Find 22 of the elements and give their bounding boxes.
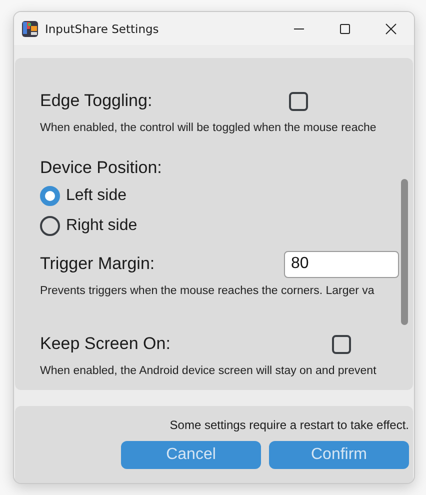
setting-description: Prevents triggers when the mouse reaches the corners. Larger va [40,285,376,299]
maximize-icon [339,22,351,34]
scrollbar[interactable] [401,179,408,325]
window-title: InputShare Settings [45,22,160,36]
setting-description: When enabled, the Android device screen will stay on and prevent [40,365,378,379]
restart-note: Some settings require a restart to take effect. [170,418,409,432]
checkbox[interactable] [332,334,351,354]
radio-label: Left side [66,187,126,205]
radio-label: Right side [66,217,138,235]
cancel-button[interactable]: Cancel [121,441,261,469]
setting-label: Device Position: [40,158,162,178]
setting-label: Keep Screen On: [40,334,172,354]
close-icon [385,22,397,34]
checkbox[interactable] [289,92,308,110]
setting-label: Trigger Margin: [40,254,156,274]
setting-description: When enabled, the control will be toggled when the mouse reache [40,122,378,136]
setting-label: Edge Toggling: [40,91,154,111]
number-field[interactable]: 80 [284,250,399,278]
radio-button[interactable] [40,186,60,206]
radio-button[interactable] [40,216,60,236]
app-icon [22,20,38,36]
confirm-button[interactable]: Confirm [269,441,409,469]
